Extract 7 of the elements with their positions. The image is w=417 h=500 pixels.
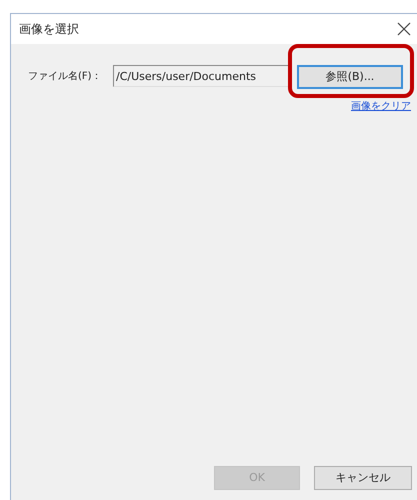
clear-image-link[interactable]: 画像をクリア <box>351 99 411 114</box>
cancel-button[interactable]: キャンセル <box>314 466 412 490</box>
browse-button[interactable]: 参照(B)... <box>297 65 403 90</box>
file-name-field[interactable]: /C/Users/user/Documents <box>113 65 291 88</box>
window-title: 画像を選択 <box>19 21 79 38</box>
file-name-label: ファイル名(F)： <box>28 70 103 84</box>
close-icon[interactable] <box>397 22 411 36</box>
